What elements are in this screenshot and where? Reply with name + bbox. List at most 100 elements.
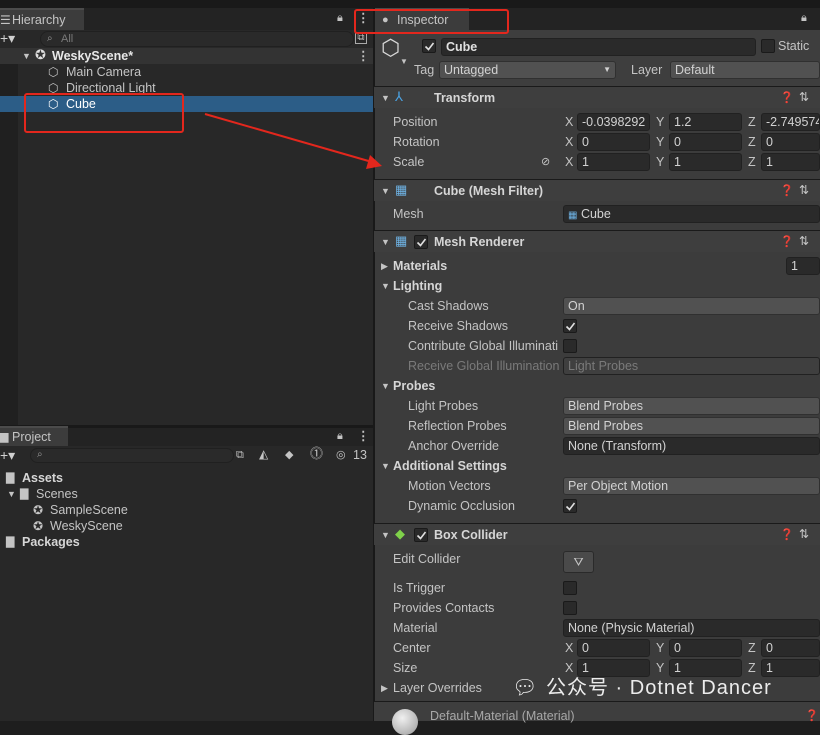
foldout-arrow-icon[interactable]: ▶ [381, 680, 388, 696]
layer-overrides-foldout[interactable]: Layer Overrides [393, 680, 482, 696]
center-x-field[interactable]: 0 [577, 639, 650, 657]
motion-vectors-dropdown[interactable]: Per Object Motion [563, 477, 820, 495]
position-z-field[interactable]: -2.749574 [761, 113, 820, 131]
foldout-arrow-icon[interactable]: ▼ [381, 90, 390, 106]
foldout-arrow-icon[interactable]: ▶ [381, 258, 388, 274]
hierarchy-search-input[interactable]: ⌕ All [40, 31, 354, 47]
expand-arrow-icon[interactable]: ▼ [22, 48, 31, 64]
more-options-icon[interactable]: ⋮ [357, 428, 370, 444]
axis-x: X [565, 135, 574, 149]
help-icon[interactable]: ❓ [780, 527, 794, 543]
constrain-proportions-icon[interactable]: ⊘ [541, 154, 550, 170]
layer-dropdown[interactable]: Default [670, 61, 820, 79]
settings-sliders-icon[interactable]: ⇅ [799, 233, 809, 249]
probes-foldout[interactable]: Probes [393, 378, 435, 394]
size-y-field[interactable]: 1 [669, 659, 742, 677]
static-checkbox[interactable] [761, 39, 775, 53]
help-icon[interactable]: ❓ [780, 234, 794, 250]
additional-settings-foldout[interactable]: Additional Settings [393, 458, 507, 474]
receive-shadows-label: Receive Shadows [408, 319, 509, 333]
filter-by-type-icon[interactable]: ◭ [259, 446, 268, 462]
gameobject-cube-icon[interactable]: ⬡ [381, 36, 400, 60]
reflection-probes-dropdown[interactable]: Blend Probes [563, 417, 820, 435]
lock-icon[interactable]: 🔒︎ [801, 10, 807, 26]
anchor-override-field[interactable]: None (Transform) [563, 437, 820, 455]
mesh-renderer-enabled-checkbox[interactable] [414, 235, 428, 249]
label-tag-icon[interactable]: ◆ [285, 447, 293, 463]
foldout-arrow-icon[interactable]: ▼ [381, 527, 390, 543]
size-z-field[interactable]: 1 [761, 659, 820, 677]
scale-y-field[interactable]: 1 [669, 153, 742, 171]
edit-collider-button[interactable]: ⛛ [563, 551, 594, 573]
cast-shadows-dropdown[interactable]: On [563, 297, 820, 315]
active-checkbox[interactable] [422, 39, 436, 53]
help-icon[interactable]: ❓ [780, 183, 794, 199]
material-title: Default-Material (Material) [430, 709, 575, 723]
top-strip [0, 0, 820, 8]
motion-vectors-label: Motion Vectors [408, 479, 491, 493]
project-search-input[interactable]: ⌕ [30, 448, 234, 463]
box-collider-enabled-checkbox[interactable] [414, 528, 428, 542]
tree-item-weskyscene[interactable]: WeskyScene [50, 518, 123, 534]
is-trigger-checkbox[interactable] [563, 581, 577, 595]
warning-icon[interactable]: ⓵ [310, 446, 323, 462]
tree-item-packages[interactable]: Packages [22, 534, 80, 550]
tab-project[interactable]: ▆ Project [0, 426, 68, 446]
help-icon[interactable]: ❓ [780, 90, 794, 106]
center-z-field[interactable]: 0 [761, 639, 820, 657]
transform-icon: ⅄ [395, 89, 403, 104]
tag-dropdown[interactable]: Untagged ▼ [439, 61, 616, 79]
expand-arrow-icon[interactable]: ▼ [7, 486, 16, 502]
settings-sliders-icon[interactable]: ⇅ [799, 526, 809, 542]
component-title: Transform [434, 91, 496, 105]
size-x-field[interactable]: 1 [577, 659, 650, 677]
materials-count-field[interactable]: 1 [786, 257, 820, 275]
materials-foldout[interactable]: Materials [393, 258, 447, 274]
foldout-arrow-icon[interactable]: ▼ [381, 458, 390, 474]
foldout-arrow-icon[interactable]: ▼ [381, 234, 390, 250]
center-y-field[interactable]: 0 [669, 639, 742, 657]
rotation-z-field[interactable]: 0 [761, 133, 820, 151]
contribute-gi-checkbox[interactable] [563, 339, 577, 353]
physic-material-field[interactable]: None (Physic Material) [563, 619, 820, 637]
dynamic-occlusion-label: Dynamic Occlusion [408, 499, 515, 513]
add-icon[interactable]: +▾ [0, 30, 15, 46]
mesh-object-field[interactable]: ▦ Cube [563, 205, 820, 223]
lighting-foldout[interactable]: Lighting [393, 278, 442, 294]
search-by-type-icon[interactable]: ⧉ [236, 447, 244, 463]
receive-shadows-checkbox[interactable] [563, 319, 577, 333]
scale-z-field[interactable]: 1 [761, 153, 820, 171]
position-x-field[interactable]: -0.0398292 [577, 113, 650, 131]
list-item-label: Main Camera [66, 65, 142, 79]
foldout-arrow-icon[interactable]: ▼ [381, 378, 390, 394]
axis-z: Z [748, 155, 756, 169]
scene-more-icon[interactable]: ⋮ [357, 48, 370, 64]
hidden-packages-icon[interactable]: ◎ [336, 447, 346, 463]
rotation-x-field[interactable]: 0 [577, 133, 650, 151]
tree-item-samplescene[interactable]: SampleScene [50, 502, 128, 518]
tree-item-assets[interactable]: Assets [22, 470, 63, 486]
lock-icon[interactable]: 🔒︎ [337, 428, 343, 444]
tab-hierarchy[interactable]: ☰ Hierarchy [0, 8, 84, 30]
provides-contacts-checkbox[interactable] [563, 601, 577, 615]
foldout-arrow-icon[interactable]: ▼ [381, 183, 390, 199]
dynamic-occlusion-checkbox[interactable] [563, 499, 577, 513]
settings-sliders-icon[interactable]: ⇅ [799, 89, 809, 105]
lock-icon[interactable]: 🔒︎ [337, 10, 343, 26]
position-y-field[interactable]: 1.2 [669, 113, 742, 131]
scale-x-field[interactable]: 1 [577, 153, 650, 171]
axis-x: X [565, 641, 574, 655]
object-name-input[interactable]: Cube [441, 38, 756, 56]
unity-scene-icon: ✪ [33, 503, 44, 517]
axis-y: Y [656, 661, 665, 675]
help-icon[interactable]: ❓ [805, 708, 819, 724]
component-title: Box Collider [434, 528, 508, 542]
tree-item-scenes[interactable]: Scenes [36, 486, 78, 502]
foldout-arrow-icon[interactable]: ▼ [381, 278, 390, 294]
add-icon[interactable]: +▾ [0, 447, 15, 463]
settings-sliders-icon[interactable]: ⇅ [799, 182, 809, 198]
rotation-y-field[interactable]: 0 [669, 133, 742, 151]
chevron-down-icon: ▼ [603, 65, 611, 74]
contribute-gi-label: Contribute Global Illuminati [408, 339, 559, 353]
light-probes-dropdown[interactable]: Blend Probes [563, 397, 820, 415]
